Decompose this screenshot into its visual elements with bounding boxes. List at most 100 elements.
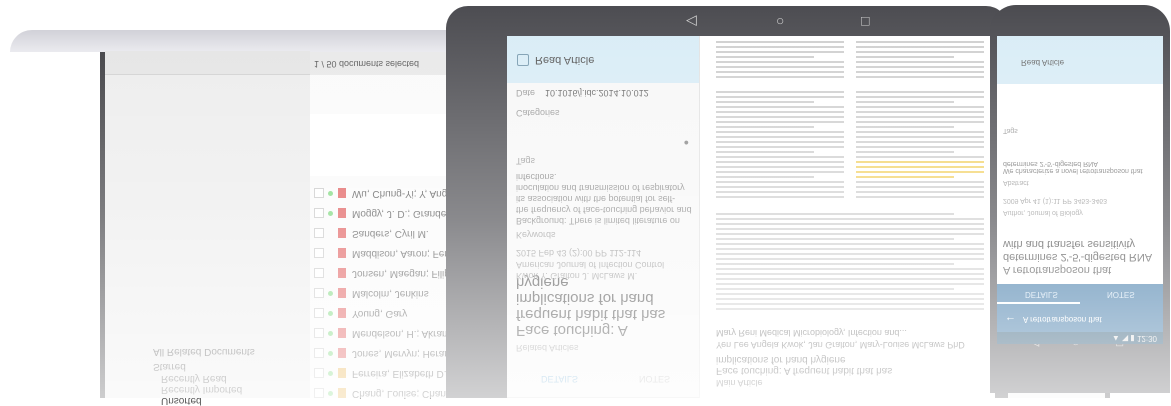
pdf-text-line bbox=[856, 101, 954, 103]
sidebar-item-all-related[interactable]: All Related Documents bbox=[153, 346, 255, 357]
phone-abstract: We characterize a novel retrotransposon … bbox=[1003, 160, 1143, 174]
mirrored-reflection: All Related Documents Starred Recently R… bbox=[0, 0, 1171, 406]
checkbox-icon[interactable] bbox=[314, 268, 324, 278]
pdf-text-line bbox=[716, 96, 844, 98]
tab-notes[interactable]: NOTES bbox=[639, 374, 670, 384]
keywords-label: Keywords bbox=[516, 230, 556, 240]
phone-app-bar-title: Read Article bbox=[1021, 58, 1065, 67]
pdf-text-line bbox=[716, 273, 984, 275]
pdf-text-line bbox=[856, 151, 954, 153]
article-published: 2015 Feb 43 (2):00 PP 112-114 bbox=[516, 248, 642, 258]
pdf-text-line bbox=[716, 258, 984, 260]
tablet-details-pane: DETAILS NOTES Related Articles Face touc… bbox=[507, 36, 700, 398]
pdf-text-line bbox=[856, 46, 984, 48]
list-item[interactable]: Sanders, Cyril M. bbox=[310, 222, 450, 242]
article-authors: Kwok Y. Gralton J. McLaws M. bbox=[516, 271, 638, 281]
sidebar-item-unsorted[interactable]: Unsorted bbox=[161, 395, 202, 406]
phone-toolbar-title: A retrotransposon that bbox=[1023, 315, 1102, 324]
pdf-text-line bbox=[716, 146, 844, 148]
pdf-text-line bbox=[716, 238, 954, 240]
phone-status-bar: ▲ ◥ ▮ 12:30 bbox=[997, 332, 1163, 344]
phone-app-bar: Read Article bbox=[997, 36, 1163, 84]
arrow-back-icon[interactable]: ← bbox=[1005, 314, 1016, 326]
list-item[interactable]: Wu, Chung-Yi; Y, Ang... bbox=[310, 182, 456, 202]
list-item[interactable]: Jonsen, Maegan; Filip... bbox=[310, 262, 458, 282]
pdf-text-line bbox=[716, 46, 844, 48]
list-item[interactable]: Ferreira, Elizabeth D.; W... bbox=[310, 362, 469, 382]
checkbox-icon[interactable] bbox=[314, 308, 324, 318]
pdf-text-line bbox=[856, 56, 954, 58]
related-articles-label[interactable]: Related Articles bbox=[516, 343, 579, 353]
list-item[interactable]: Malcolm, Jenkins bbox=[310, 282, 450, 302]
checkbox-icon[interactable] bbox=[314, 228, 324, 238]
pdf-text-line bbox=[856, 96, 984, 98]
sidebar-item-starred[interactable]: Starred bbox=[153, 361, 186, 372]
pdf-text-line bbox=[716, 298, 984, 300]
list-item[interactable]: Maddison, Aaron; Fenwi... bbox=[310, 242, 468, 262]
pdf-text-line bbox=[716, 141, 844, 143]
recent-apps-icon[interactable]: □ bbox=[861, 14, 869, 30]
unread-dot-icon bbox=[328, 311, 333, 316]
checkbox-icon[interactable] bbox=[314, 388, 324, 398]
phone-article-title: A retrotransposon that determines 2'-5'-… bbox=[1003, 238, 1152, 276]
document-count-bar: 1 / 50 documents selected bbox=[310, 52, 450, 75]
pdf-text-line bbox=[716, 56, 814, 58]
unread-dot-icon bbox=[328, 351, 333, 356]
checkbox-icon[interactable] bbox=[314, 188, 324, 198]
phone-abstract-label: Abstract bbox=[1003, 179, 1029, 186]
phone-tags-label: Tags bbox=[1003, 127, 1018, 134]
pdf-text-line bbox=[716, 61, 844, 63]
pdf-text-line bbox=[716, 268, 984, 270]
pdf-icon bbox=[338, 268, 346, 278]
pdf-text-line bbox=[856, 196, 984, 198]
list-item[interactable]: Jones, Mervyn; Heran... bbox=[310, 342, 458, 362]
pdf-text-line bbox=[716, 288, 954, 290]
pdf-text-line bbox=[856, 161, 984, 163]
doc-section-label: Main Article bbox=[716, 378, 763, 388]
sidebar-item-recently-imported[interactable]: Recently Imported bbox=[161, 384, 242, 395]
back-icon[interactable]: ◁ bbox=[686, 13, 697, 30]
doc-journal: Mary Reni Medical Microbiology, Infectio… bbox=[716, 328, 907, 338]
checkbox-icon[interactable] bbox=[314, 348, 324, 358]
checkbox-icon[interactable] bbox=[314, 288, 324, 298]
checkbox-icon[interactable] bbox=[314, 248, 324, 258]
home-icon[interactable]: ○ bbox=[776, 14, 784, 30]
pdf-icon bbox=[338, 228, 346, 238]
status-icons: ▲ ◥ ▮ 12:30 bbox=[1111, 334, 1157, 343]
pdf-icon bbox=[338, 248, 346, 258]
laptop-document-list: 1 / 50 documents selected Wu, Chung-Yi; … bbox=[310, 52, 469, 399]
pdf-text-line bbox=[856, 181, 984, 183]
pdf-text-line bbox=[856, 66, 984, 68]
pdf-text-line bbox=[716, 223, 984, 225]
tab-details[interactable]: DETAILS bbox=[541, 374, 578, 384]
list-item[interactable]: Young, Gary bbox=[310, 302, 450, 322]
pdf-text-line bbox=[716, 171, 844, 173]
checkbox-icon[interactable] bbox=[314, 368, 324, 378]
sidebar-item-recently-read[interactable]: Recently Read bbox=[161, 373, 227, 384]
pdf-text-line bbox=[716, 91, 844, 93]
pdf-text-line bbox=[716, 308, 984, 310]
article-icon bbox=[517, 54, 529, 66]
list-item[interactable]: Moggy, J. D.; Grande, P... bbox=[310, 202, 466, 222]
pdf-text-line bbox=[856, 141, 984, 143]
pdf-text-line bbox=[856, 41, 984, 43]
pdf-text-line bbox=[716, 41, 844, 43]
pdf-text-line bbox=[856, 126, 954, 128]
list-item[interactable]: Mendelson, H.; Akrami... bbox=[310, 322, 461, 342]
article-abstract: Background: There is limited literature … bbox=[516, 172, 692, 226]
phone-tab-notes[interactable]: NOTES bbox=[1107, 290, 1135, 299]
pdf-text-line bbox=[716, 253, 984, 255]
pdf-text-line bbox=[716, 136, 844, 138]
list-item[interactable]: Chang, Louise; Chang... bbox=[310, 382, 460, 402]
add-tag-icon[interactable]: ● bbox=[684, 138, 689, 148]
pdf-text-line bbox=[856, 176, 954, 178]
pdf-text-line bbox=[856, 166, 984, 168]
checkbox-icon[interactable] bbox=[314, 328, 324, 338]
tablet-pdf-page: Main Article Face touching: A frequent h… bbox=[700, 36, 995, 398]
phone-tab-details[interactable]: DETAILS bbox=[1025, 290, 1058, 299]
unread-dot-icon bbox=[328, 191, 333, 196]
pdf-icon bbox=[338, 348, 346, 358]
phone-toolbar: ← A retrotransposon that bbox=[997, 304, 1163, 332]
pdf-text-line bbox=[716, 213, 954, 215]
checkbox-icon[interactable] bbox=[314, 208, 324, 218]
